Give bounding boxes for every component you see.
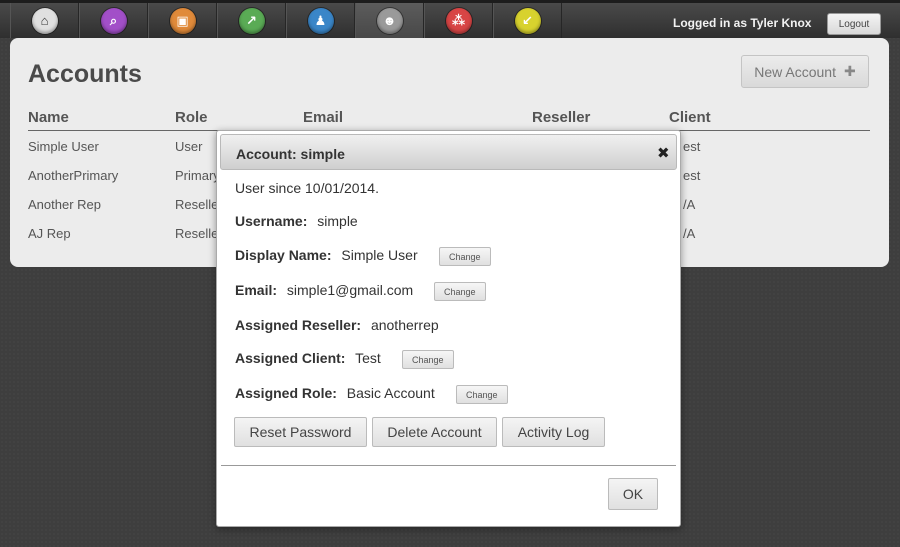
table-row-name[interactable]: AnotherPrimary (28, 168, 118, 183)
reset-password-button[interactable]: Reset Password (234, 417, 367, 447)
dialog-title: Account: simple (236, 146, 345, 162)
role-row: Assigned Role: Basic Account (235, 385, 435, 401)
role-label: Assigned Role: (235, 385, 337, 401)
plus-icon: ✚ (843, 63, 856, 79)
username-row: Username: simple (235, 213, 358, 229)
home-icon: ⌂ (31, 7, 58, 34)
group-icon: ⁂ (445, 7, 472, 34)
table-row-client: /A (683, 197, 696, 212)
table-row-role: Reselle (175, 197, 219, 212)
page-title: Accounts (28, 60, 142, 88)
email-value: simple1@gmail.com (286, 282, 414, 298)
nav-home[interactable]: ⌂ (10, 3, 79, 38)
role-value: Basic Account (346, 385, 435, 401)
column-header-email[interactable]: Email (303, 109, 343, 126)
user-since-text: User since 10/01/2014. (235, 180, 379, 196)
table-row-name[interactable]: Simple User (28, 139, 99, 154)
change-display-name-button[interactable]: Change (439, 247, 491, 266)
dialog-header: Account: simple ✖ (220, 134, 677, 170)
client-value: Test (355, 350, 381, 366)
email-row: Email: simple1@gmail.com (235, 282, 413, 298)
nav-group[interactable]: ⁂ (424, 3, 493, 38)
column-header-name[interactable]: Name (28, 109, 69, 126)
export-icon: ↗ (238, 7, 265, 34)
nav-export[interactable]: ↗ (217, 3, 286, 38)
table-row-name[interactable]: Another Rep (28, 197, 101, 212)
dialog-divider (221, 465, 676, 466)
ok-button[interactable]: OK (608, 478, 658, 510)
nav-accounts[interactable]: ☻ (355, 3, 424, 38)
import-icon: ↙ (514, 7, 541, 34)
table-row-client: est (683, 168, 701, 183)
nav-image[interactable]: ▣ (148, 3, 217, 38)
nav-search[interactable]: ⌕ (79, 3, 148, 38)
new-account-label: New Account (754, 63, 836, 80)
column-header-role[interactable]: Role (175, 109, 208, 126)
client-row: Assigned Client: Test (235, 350, 381, 366)
change-client-button[interactable]: Change (402, 350, 454, 369)
table-row-client: /A (683, 226, 696, 241)
reseller-value: anotherrep (370, 317, 439, 333)
username-label: Username: (235, 213, 308, 229)
table-row-role: Reselle (175, 226, 219, 241)
table-row-name[interactable]: AJ Rep (28, 226, 71, 241)
column-header-reseller[interactable]: Reseller (532, 109, 590, 126)
display-name-label: Display Name: (235, 247, 332, 263)
search-icon: ⌕ (100, 7, 127, 34)
nav-import[interactable]: ↙ (493, 3, 562, 38)
display-name-row: Display Name: Simple User (235, 247, 418, 263)
logged-in-text: Logged in as Tyler Knox (673, 16, 812, 30)
display-name-value: Simple User (341, 247, 418, 263)
top-nav-bar: ⌂ ⌕ ▣ ↗ ♟ ☻ ⁂ ↙ Logged in as Tyler Knox … (0, 0, 900, 38)
image-icon: ▣ (169, 7, 196, 34)
activity-log-button[interactable]: Activity Log (502, 417, 605, 447)
table-row-role: User (175, 139, 203, 154)
change-email-button[interactable]: Change (434, 282, 486, 301)
email-label: Email: (235, 282, 278, 298)
user-icon: ♟ (307, 7, 334, 34)
username-value: simple (317, 213, 358, 229)
change-role-button[interactable]: Change (456, 385, 508, 404)
column-header-client[interactable]: Client (669, 109, 711, 126)
close-icon[interactable]: ✖ (657, 144, 670, 162)
reseller-row: Assigned Reseller: anotherrep (235, 317, 439, 333)
delete-account-button[interactable]: Delete Account (372, 417, 497, 447)
new-account-button[interactable]: New Account ✚ (741, 55, 869, 88)
table-row-client: est (683, 139, 701, 154)
nav-user[interactable]: ♟ (286, 3, 355, 38)
table-row-role: Primary (175, 168, 220, 183)
logout-button[interactable]: Logout (827, 13, 881, 35)
client-label: Assigned Client: (235, 350, 346, 366)
reseller-label: Assigned Reseller: (235, 317, 362, 333)
account-dialog: Account: simple ✖ User since 10/01/2014.… (216, 130, 681, 527)
accounts-icon: ☻ (376, 7, 403, 34)
